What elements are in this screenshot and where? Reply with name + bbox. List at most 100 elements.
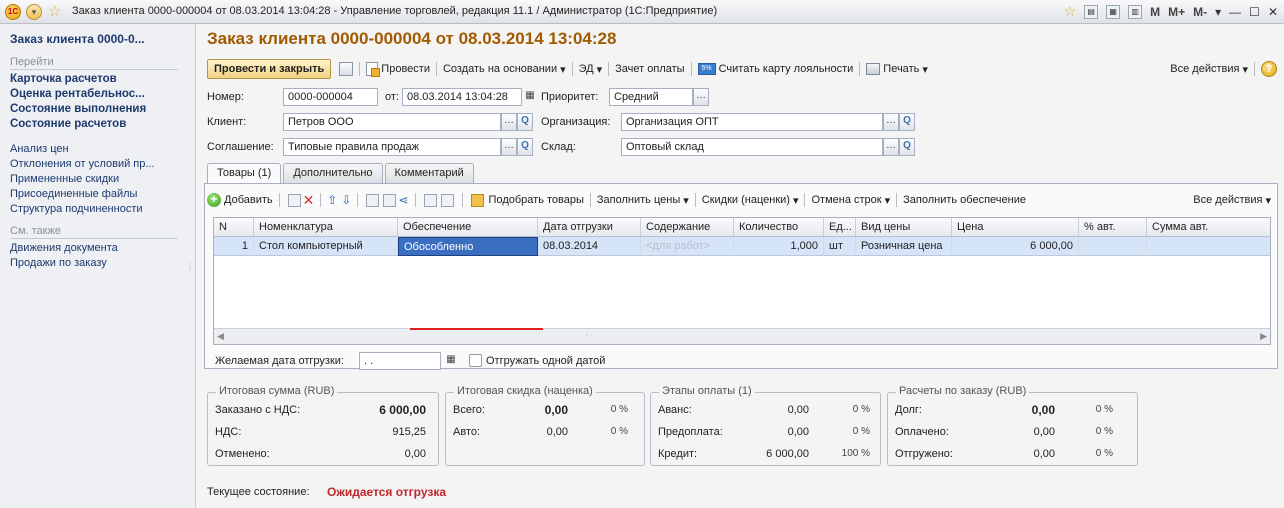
app-logo-icon[interactable]: 1C [5,4,21,20]
goods-all-actions-button[interactable]: Все действия ▾ [1193,194,1271,207]
pick-goods-button[interactable]: Подобрать товары [469,193,584,207]
scroll-left-icon[interactable]: ◀ [217,331,224,342]
horizontal-scrollbar[interactable]: ◀ ⦙ ▶ [214,328,1270,344]
favorite-star-icon[interactable]: ☆ [48,2,61,20]
fill-prices-button[interactable]: Заполнить цены ▾ [597,194,689,207]
client-open-icon[interactable]: Q [517,113,533,131]
tab-comment[interactable]: Комментарий [384,163,474,183]
tab-goods[interactable]: Товары (1) [207,163,282,184]
cell-n[interactable]: 1 [214,237,254,256]
nav-link-subordination[interactable]: Структура подчиненности [10,202,195,217]
nav-link-sales-by-order[interactable]: Продажи по заказу [10,256,195,271]
move-up-icon[interactable]: ⇧ [327,193,337,207]
cell-unit[interactable]: шт [824,237,856,256]
nav-link-profitability[interactable]: Оценка рентабельнос... [10,87,195,102]
cell-auto-pct[interactable] [1079,237,1147,256]
close-icon[interactable]: ✕ [1268,5,1278,19]
organization-select-button[interactable]: … [883,113,899,131]
loyalty-card-button[interactable]: 5% Считать карту лояльности [697,63,853,75]
barcode-icon[interactable] [423,193,437,207]
agreement-open-icon[interactable]: Q [517,138,533,156]
post-button[interactable]: Провести [366,62,430,77]
calendar-icon[interactable]: ▦ [522,88,538,106]
cell-item[interactable]: Стол компьютерный [254,237,398,256]
copy-icon[interactable] [366,193,380,207]
post-and-close-button[interactable]: Провести и закрыть [207,59,332,79]
scroll-right-icon[interactable]: ▶ [1260,331,1267,342]
ed-button[interactable]: ЭД ▾ [579,63,603,76]
copy-row-icon[interactable] [287,193,301,207]
table-row[interactable]: 1 Стол компьютерный Обособленно 08.03.20… [214,237,1270,256]
nav-link-settlement-state[interactable]: Состояние расчетов [10,117,195,132]
priority-field[interactable]: Средний [609,88,693,106]
scroll-thumb-icon[interactable]: ⦙ [586,331,588,341]
col-price[interactable]: Цена [952,218,1079,237]
tab-additional[interactable]: Дополнительно [283,163,383,183]
history-icon[interactable]: ▤ [1084,4,1099,19]
nav-link-applied-discounts[interactable]: Примененные скидки [10,172,195,187]
agreement-select-button[interactable]: … [501,138,517,156]
nav-link-deviations[interactable]: Отклонения от условий пр... [10,157,195,172]
print-button[interactable]: Печать ▾ [866,63,928,76]
col-item[interactable]: Номенклатура [254,218,398,237]
col-auto-pct[interactable]: % авт. [1079,218,1147,237]
date-field[interactable]: 08.03.2014 13:04:28 [402,88,522,106]
nav-link-price-analysis[interactable]: Анализ цен [10,142,195,157]
cell-quantity[interactable]: 1,000 [734,237,824,256]
memory-mminus-button[interactable]: M- [1193,5,1207,19]
cell-price[interactable]: 6 000,00 [952,237,1079,256]
col-unit[interactable]: Ед... [824,218,856,237]
warehouse-field[interactable]: Оптовый склад [621,138,883,156]
nav-link-doc-movements[interactable]: Движения документа [10,241,195,256]
cell-price-type[interactable]: Розничная цена [856,237,952,256]
nav-link-settlement-card[interactable]: Карточка расчетов [10,72,195,87]
warehouse-select-button[interactable]: … [883,138,899,156]
col-n[interactable]: N [214,218,254,237]
panel-splitter-icon[interactable]: ⋮ [186,262,194,271]
calendar-icon[interactable]: ▥ [1128,4,1143,19]
nav-link-attached-files[interactable]: Присоединенные файлы [10,187,195,202]
menu-dropdown-icon[interactable]: ▾ [26,4,42,20]
calendar-icon[interactable]: ▦ [443,352,459,370]
delete-row-icon[interactable]: ✕ [303,192,315,209]
organization-open-icon[interactable]: Q [899,113,915,131]
warehouse-open-icon[interactable]: Q [899,138,915,156]
move-down-icon[interactable]: ⇩ [341,193,351,207]
col-ship-date[interactable]: Дата отгрузки [538,218,641,237]
client-field[interactable]: Петров ООО [283,113,501,131]
col-content[interactable]: Содержание [641,218,734,237]
col-price-type[interactable]: Вид цены [856,218,952,237]
client-select-button[interactable]: … [501,113,517,131]
table-settings-icon[interactable] [440,193,454,207]
create-based-on-button[interactable]: Создать на основании ▾ [443,63,566,76]
add-row-button[interactable]: + Добавить [207,193,273,207]
col-supply[interactable]: Обеспечение [398,218,538,237]
memory-m-button[interactable]: M [1150,5,1160,19]
goods-table[interactable]: N Номенклатура Обеспечение Дата отгрузки… [213,217,1271,345]
discounts-button[interactable]: Скидки (наценки) ▾ [702,194,799,207]
col-quantity[interactable]: Количество [734,218,824,237]
cell-content[interactable]: <для работ> [641,237,734,256]
maximize-icon[interactable]: ☐ [1249,5,1260,19]
memory-mplus-button[interactable]: M+ [1168,5,1185,19]
priority-select-button[interactable]: … [693,88,709,106]
nav-link-execution-state[interactable]: Состояние выполнения [10,102,195,117]
minimize-icon[interactable]: — [1229,5,1241,19]
number-field[interactable]: 0000-000004 [283,88,378,106]
favorites-icon[interactable]: ☆ [1064,3,1077,20]
agreement-field[interactable]: Типовые правила продаж [283,138,501,156]
offset-payment-button[interactable]: Зачет оплаты [615,63,684,75]
current-state-value[interactable]: Ожидается отгрузка [327,485,446,499]
cell-auto-sum[interactable] [1147,237,1270,256]
ship-one-date-checkbox[interactable] [469,354,482,367]
desired-date-field[interactable]: . . [359,352,441,370]
cancel-rows-button[interactable]: Отмена строк ▾ [811,194,890,207]
dropdown-icon[interactable]: ▾ [1215,5,1221,19]
col-auto-sum[interactable]: Сумма авт. [1147,218,1270,237]
paste-icon[interactable] [383,193,397,207]
all-actions-button[interactable]: Все действия ▾ [1170,63,1248,76]
organization-field[interactable]: Организация ОПТ [621,113,883,131]
save-icon[interactable] [339,62,354,76]
cell-supply[interactable]: Обособленно [398,237,538,256]
help-icon[interactable]: ? [1261,61,1277,77]
